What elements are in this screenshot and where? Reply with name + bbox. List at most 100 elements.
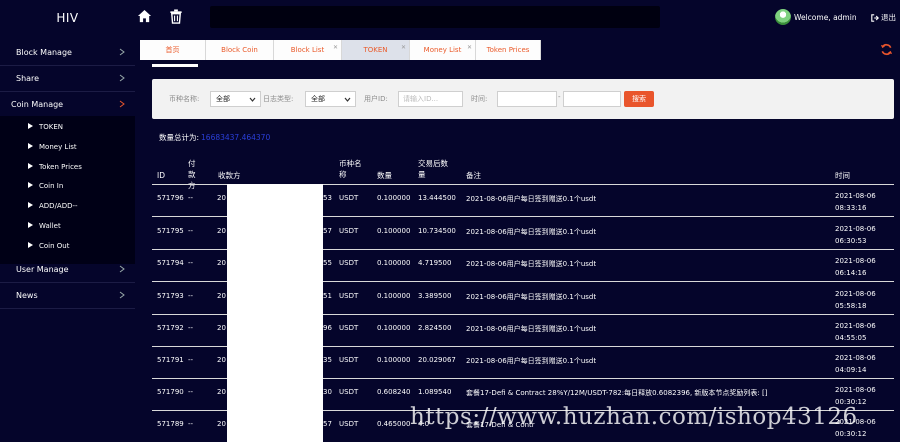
cell-coin: USDT [339,194,359,202]
cell-receiver-prefix: 20 [217,356,226,364]
tab-label: TOKEN [363,46,388,54]
cell-note: 2021-08-06用户每日签到赠送0.1个usdt [466,325,597,333]
column-header-id: ID [157,171,165,180]
caret-right-icon [28,222,33,228]
cell-payer: -- [188,388,194,396]
cell-receiver-prefix: 20 [217,227,226,235]
column-header-after-quantity: 交易后数量 [418,159,448,179]
top-search-bar[interactable] [210,6,660,28]
cell-date: 2021-08-06 [835,322,876,330]
cell-time: 2021-08-06 04:55:05 [835,320,876,344]
top-bar: HIV Welcome, admin 退出 [0,0,900,36]
cell-time: 2021-08-06 05:58:18 [835,288,876,312]
cell-clock: 04:09:14 [835,366,867,374]
tab-money-list[interactable]: Money List ✕ [410,40,476,60]
cell-receiver-prefix: 20 [217,420,226,428]
cell-coin: USDT [339,420,359,428]
cell-payer: -- [188,324,194,332]
tab-token-prices[interactable]: Token Prices [476,40,541,60]
cell-receiver-suffix: 57 [323,420,332,428]
caret-right-icon [28,123,33,129]
cell-coin: USDT [339,388,359,396]
start-date-input[interactable] [497,91,557,107]
app-logo[interactable]: HIV [0,0,135,36]
submenu-item-token[interactable]: TOKEN [0,117,135,136]
sidebar-item-coin-manage[interactable]: Coin Manage [0,92,135,118]
logout-icon [871,13,879,22]
logout-button[interactable]: 退出 [871,12,896,23]
tab-close-icon[interactable]: ✕ [401,44,406,51]
log-type-select[interactable]: 全部 [305,91,356,107]
cell-date: 2021-08-06 [835,192,876,200]
sidebar-item-share[interactable]: Share [0,66,135,92]
cell-id: 571792 [157,324,184,332]
coin-select-value: 全部 [216,95,230,103]
cell-receiver-suffix: 30 [323,388,332,396]
submenu-item-coin-in[interactable]: Coin In [0,176,135,195]
cell-id: 571793 [157,292,184,300]
column-header-coin: 币种名称 [339,159,362,179]
cell-time: 2021-08-06 08:33:16 [835,190,876,214]
cell-coin: USDT [339,356,359,364]
tab-label: Block Coin [221,46,258,54]
submenu-item-label: Coin In [39,181,64,190]
coin-select[interactable]: 全部 [210,91,261,107]
caret-right-icon [28,242,33,248]
refresh-icon[interactable] [880,43,893,58]
user-welcome[interactable]: Welcome, admin [775,9,857,25]
column-header-receiver: 收款方 [218,171,241,180]
cell-note: 2021-08-06用户每日签到赠送0.1个usdt [466,260,597,268]
caret-right-icon [28,143,33,149]
cell-clock: 04:55:05 [835,334,867,342]
tab-label: Block List [290,46,325,54]
user-id-placeholder: 请输入ID... [403,95,439,103]
cell-quantity: 0.100000 [377,324,411,332]
tab-close-icon[interactable]: ✕ [333,44,338,51]
cell-note: 2021-08-06用户每日签到赠送0.1个usdt [466,195,597,203]
search-button[interactable]: 搜索 [624,91,654,107]
home-icon[interactable] [137,9,153,25]
sidebar-item-block-manage[interactable]: Block Manage [0,40,135,66]
chevron-right-icon [119,74,125,82]
submenu-item-coin-out[interactable]: Coin Out [0,236,135,255]
column-header-quantity: 数量 [377,171,392,180]
cell-id: 571795 [157,227,184,235]
cell-id: 571789 [157,420,184,428]
submenu-item-money-list[interactable]: Money List [0,137,135,156]
sidebar-item-label: Coin Manage [11,100,64,109]
tab-block-list[interactable]: Block List ✕ [274,40,342,60]
submenu-item-token-prices[interactable]: Token Prices [0,157,135,176]
cell-quantity: 0.100000 [377,259,411,267]
cell-note: 2021-08-06用户每日签到赠送0.1个usdt [466,228,597,236]
logout-label: 退出 [881,13,896,22]
tab-token[interactable]: TOKEN ✕ [342,40,410,60]
tab-label: 首页 [165,46,180,54]
tab-block-coin[interactable]: Block Coin [206,40,274,60]
caret-right-icon [28,163,33,169]
submenu-item-label: Wallet [39,221,61,230]
submenu-item-wallet[interactable]: Wallet [0,216,135,235]
cell-receiver-suffix: 51 [323,292,332,300]
total-label: 数量总计为: [159,133,200,142]
cell-quantity: 0.100000 [377,227,411,235]
tab-home[interactable]: 首页 [140,40,206,60]
sidebar-item-user-manage[interactable]: User Manage [0,257,135,283]
tab-close-icon[interactable]: ✕ [467,44,472,51]
sidebar-item-news[interactable]: News [0,283,135,309]
cell-receiver-suffix: 96 [323,324,332,332]
cell-coin: USDT [339,324,359,332]
cell-quantity: 0.100000 [377,292,411,300]
welcome-text: Welcome, admin [794,12,857,22]
cell-receiver-suffix: 57 [323,227,332,235]
time-label: 时间: [471,95,488,103]
user-id-input[interactable]: 请输入ID... [398,91,463,107]
submenu-item-label: Token Prices [39,162,82,171]
end-date-input[interactable] [563,91,621,107]
chevron-down-icon [344,97,351,102]
submenu-item-add[interactable]: ADD/ADD-- [0,196,135,215]
sidebar-item-label: Block Manage [16,48,72,57]
cell-id: 571791 [157,356,184,364]
trash-icon[interactable] [169,9,185,25]
column-header-time: 时间 [835,171,850,180]
cell-quantity: 0.608240 [377,388,411,396]
